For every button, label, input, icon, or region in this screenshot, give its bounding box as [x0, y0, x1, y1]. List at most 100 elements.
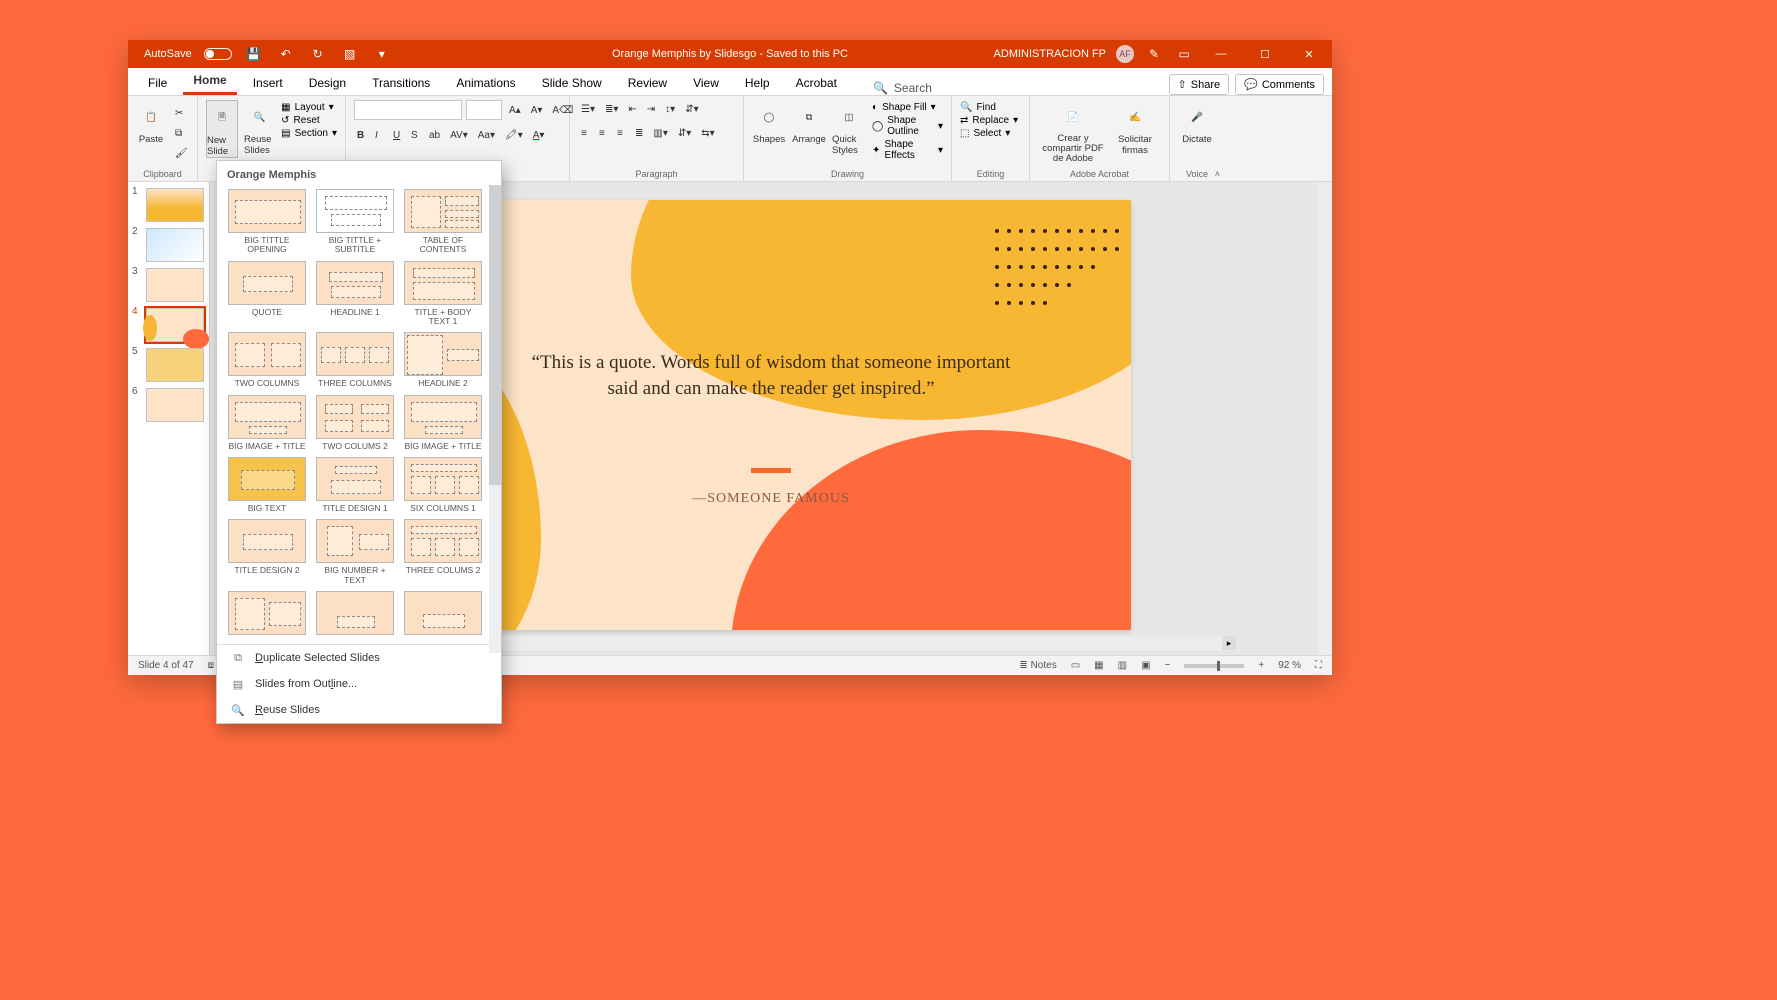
tab-help[interactable]: Help — [735, 70, 780, 95]
layout-option[interactable]: THREE COLUMNS — [315, 332, 395, 388]
reuse-slides-button[interactable]: 🔍 Reuse Slides — [244, 100, 275, 156]
tab-slide-show[interactable]: Slide Show — [532, 70, 612, 95]
slide-thumb-5[interactable]: 5 — [134, 348, 203, 382]
view-reading-icon[interactable]: ▥ — [1118, 660, 1127, 671]
slide-thumb-2[interactable]: 2 — [134, 228, 203, 262]
fit-to-window-icon[interactable]: ⛶ — [1315, 660, 1322, 671]
view-normal-icon[interactable]: ▭ — [1071, 660, 1080, 671]
dictate-button[interactable]: 🎤Dictate — [1178, 100, 1216, 145]
tab-view[interactable]: View — [683, 70, 729, 95]
autosave-toggle[interactable] — [204, 48, 232, 60]
font-size-input[interactable] — [466, 100, 502, 120]
flyout-scrollbar[interactable] — [489, 185, 501, 653]
reuse-slides[interactable]: 🔍Reuse Slides — [217, 697, 501, 723]
reset-button[interactable]: ↺Reset — [281, 115, 337, 126]
quote-attribution[interactable]: —SOMEONE FAMOUS — [411, 491, 1131, 507]
quote-text[interactable]: “This is a quote. Words full of wisdom t… — [531, 350, 1011, 401]
slide-thumb-6[interactable]: 6 — [134, 388, 203, 422]
layout-option[interactable]: TITLE DESIGN 2 — [227, 519, 307, 585]
tab-design[interactable]: Design — [299, 70, 356, 95]
layout-option[interactable]: TITLE DESIGN 1 — [315, 457, 395, 513]
find-button[interactable]: 🔍Find — [960, 102, 1018, 113]
layout-option[interactable]: TWO COLUMS 2 — [315, 395, 395, 451]
bold-button[interactable]: B — [354, 126, 368, 144]
paste-button[interactable]: 📋 Paste — [136, 100, 166, 145]
slide-thumb-1[interactable]: 1 — [134, 188, 203, 222]
columns-icon[interactable]: ▥▾ — [650, 124, 670, 142]
align-center-icon[interactable]: ≡ — [596, 124, 610, 142]
layout-option[interactable]: BIG TITTLE + SUBTITLE — [315, 189, 395, 255]
strike-button[interactable]: S — [408, 126, 422, 144]
view-slideshow-icon[interactable]: ▣ — [1141, 660, 1150, 671]
layout-option[interactable] — [403, 591, 483, 638]
text-direction-icon[interactable]: ⇵▾ — [682, 100, 701, 118]
layout-option[interactable]: TABLE OF CONTENTS — [403, 189, 483, 255]
layout-option[interactable]: BIG NUMBER + TEXT — [315, 519, 395, 585]
quick-styles-button[interactable]: ◫Quick Styles — [832, 100, 866, 156]
adobe-create-pdf-button[interactable]: 📄Crear y compartir PDF de Adobe — [1038, 100, 1108, 164]
tab-file[interactable]: File — [138, 70, 177, 95]
layout-option[interactable]: BIG TITTLE OPENING — [227, 189, 307, 255]
window-maximize[interactable]: ☐ — [1248, 40, 1282, 68]
underline-button[interactable]: U — [390, 126, 404, 144]
slides-from-outline[interactable]: ▤Slides from Outline... — [217, 671, 501, 697]
numbering-icon[interactable]: ≣▾ — [602, 100, 621, 118]
layout-option[interactable]: HEADLINE 2 — [403, 332, 483, 388]
shapes-button[interactable]: ◯Shapes — [752, 100, 786, 145]
format-painter-icon[interactable]: 🖌 — [172, 144, 191, 162]
font-color-icon[interactable]: A▾ — [530, 126, 548, 144]
redo-icon[interactable]: ↻ — [308, 44, 328, 64]
window-close[interactable]: ✕ — [1292, 40, 1326, 68]
shape-fill-button[interactable]: ◐Shape Fill ▾ — [872, 102, 943, 113]
line-spacing-icon[interactable]: ↕▾ — [662, 100, 678, 118]
tab-animations[interactable]: Animations — [446, 70, 525, 95]
layout-option[interactable]: THREE COLUMS 2 — [403, 519, 483, 585]
align-text-icon[interactable]: ⇵▾ — [675, 124, 694, 142]
adobe-request-sign-button[interactable]: ✍Solicitar firmas — [1114, 100, 1156, 156]
zoom-slider[interactable] — [1184, 664, 1244, 668]
zoom-out-button[interactable]: − — [1165, 660, 1171, 671]
arrange-button[interactable]: ⧉Arrange — [792, 100, 826, 145]
accessibility-icon[interactable]: ⧈ — [208, 660, 214, 671]
align-right-icon[interactable]: ≡ — [614, 124, 628, 142]
comments-button[interactable]: 💬Comments — [1235, 74, 1324, 95]
layout-option[interactable]: QUOTE — [227, 261, 307, 327]
slide-thumb-3[interactable]: 3 — [134, 268, 203, 302]
shape-effects-button[interactable]: ✦Shape Effects ▾ — [872, 139, 943, 161]
align-justify-icon[interactable]: ≣ — [632, 124, 646, 142]
bullets-icon[interactable]: ☰▾ — [578, 100, 598, 118]
font-family-input[interactable] — [354, 100, 462, 120]
select-button[interactable]: ⬚Select ▾ — [960, 128, 1018, 139]
drawtools-icon[interactable]: ✎ — [1144, 44, 1164, 64]
indent-inc-icon[interactable]: ⇥ — [644, 100, 658, 118]
cut-icon[interactable]: ✂ — [172, 104, 191, 122]
tab-review[interactable]: Review — [618, 70, 677, 95]
share-button[interactable]: ⇧Share — [1169, 74, 1230, 95]
slide-thumbnails-pane[interactable]: 1 2 3 4 5 6 — [128, 182, 210, 655]
zoom-percent[interactable]: 92 % — [1278, 660, 1301, 671]
search-tellme[interactable]: 🔍 Search — [873, 81, 932, 95]
slide-counter[interactable]: Slide 4 of 47 — [138, 660, 194, 671]
layout-option[interactable]: TWO COLUMNS — [227, 332, 307, 388]
change-case-icon[interactable]: Aa▾ — [475, 126, 498, 144]
copy-icon[interactable]: ⧉ — [172, 124, 191, 142]
layout-option[interactable] — [227, 591, 307, 638]
section-button[interactable]: ▤Section ▾ — [281, 128, 337, 139]
layout-option[interactable] — [315, 591, 395, 638]
view-sorter-icon[interactable]: ▦ — [1094, 660, 1103, 671]
align-left-icon[interactable]: ≡ — [578, 124, 592, 142]
tab-insert[interactable]: Insert — [243, 70, 293, 95]
indent-dec-icon[interactable]: ⇤ — [625, 100, 639, 118]
shadow-button[interactable]: ab — [426, 126, 443, 144]
layout-option[interactable]: SIX COLUMNS 1 — [403, 457, 483, 513]
save-icon[interactable]: 💾 — [244, 44, 264, 64]
undo-icon[interactable]: ↶ — [276, 44, 296, 64]
qat-more-icon[interactable]: ▾ — [372, 44, 392, 64]
replace-button[interactable]: ⇄Replace ▾ — [960, 115, 1018, 126]
slide-canvas[interactable]: “This is a quote. Words full of wisdom t… — [411, 200, 1131, 630]
collapse-ribbon-icon[interactable]: ˄ — [1215, 169, 1220, 179]
tab-transitions[interactable]: Transitions — [362, 70, 440, 95]
ribbon-display-icon[interactable]: ▭ — [1174, 44, 1194, 64]
slide-thumb-4[interactable]: 4 — [134, 308, 203, 342]
zoom-in-button[interactable]: + — [1258, 660, 1264, 671]
